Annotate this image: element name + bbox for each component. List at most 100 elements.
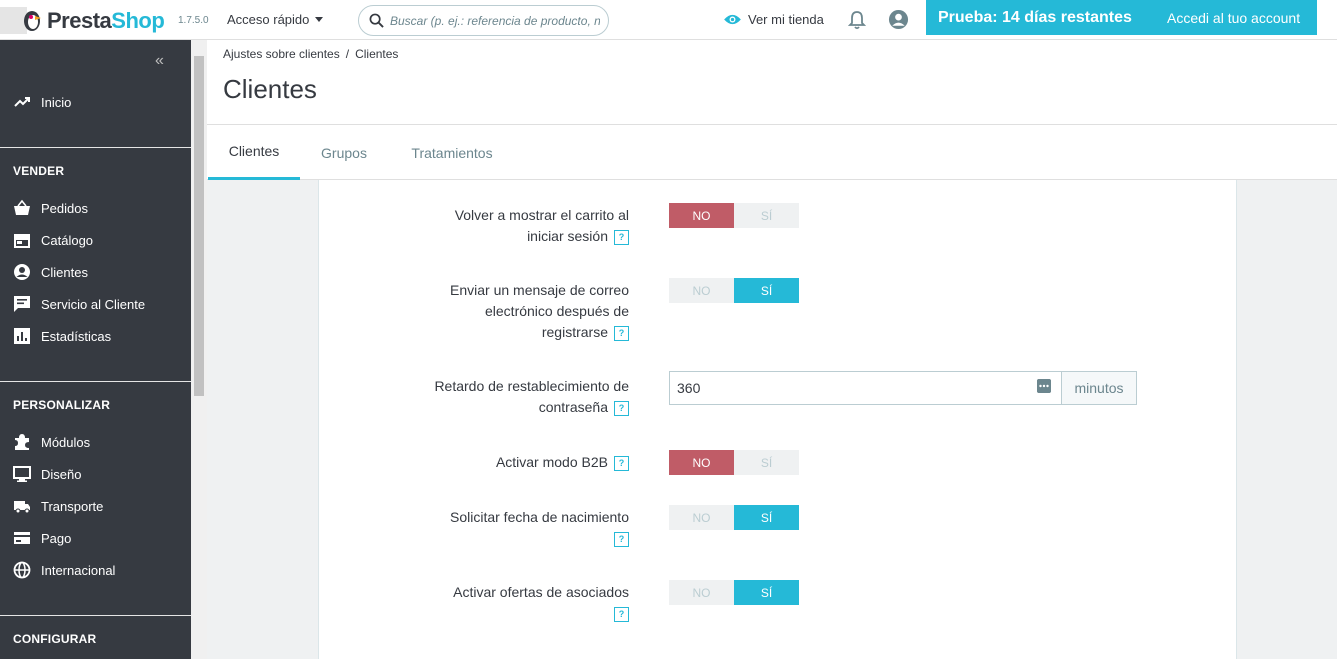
sidebar-item-label: Clientes <box>41 264 88 280</box>
toggle-no-option[interactable]: NO <box>669 450 734 475</box>
sidebar-item-label: Inicio <box>41 94 72 110</box>
toggle-no-option[interactable]: NO <box>669 203 734 228</box>
quick-access-dropdown[interactable]: Acceso rápido <box>227 12 324 27</box>
breadcrumb: Ajustes sobre clientes / Clientes <box>223 47 398 61</box>
sidebar-section-sell: VENDER <box>13 164 65 178</box>
toggle-yes-option[interactable]: SÍ <box>734 278 799 303</box>
shopping-basket-icon <box>14 199 30 215</box>
quick-access-label: Acceso rápido <box>227 12 310 27</box>
sidebar-item-home[interactable]: Inicio <box>13 92 71 112</box>
bell-icon[interactable] <box>848 10 866 30</box>
sidebar-section-customize: PERSONALIZAR <box>13 398 111 412</box>
field-label-line: Retardo de restablecimiento de <box>434 378 629 394</box>
help-icon[interactable]: ? <box>614 455 629 471</box>
toggle-yes-option[interactable]: SÍ <box>734 505 799 530</box>
field-label-line: Volver a mostrar el carrito al <box>454 207 629 223</box>
field-label: Retardo de restablecimiento de contraseñ… <box>434 376 629 418</box>
puzzle-icon <box>15 434 29 450</box>
sidebar-item-customers[interactable]: Clientes <box>13 262 88 282</box>
sidebar-item-label: Pago <box>41 530 72 546</box>
password-reset-delay-input[interactable] <box>669 371 1062 405</box>
toggle-yes-option[interactable]: SÍ <box>734 580 799 605</box>
toggle-no-option[interactable]: NO <box>669 505 734 530</box>
sidebar-item-shipping[interactable]: Transporte <box>13 496 103 516</box>
field-label: Enviar un mensaje de correo electrónico … <box>450 280 629 343</box>
breadcrumb-item[interactable]: Ajustes sobre clientes <box>223 47 340 61</box>
puffin-logo-icon <box>24 11 41 31</box>
help-icon[interactable]: ? <box>614 325 629 341</box>
view-store-link[interactable]: Ver mi tienda <box>723 12 824 27</box>
tab-bar: Clientes Grupos Tratamientos <box>207 125 1337 180</box>
version-label: 1.7.5.0 <box>178 15 209 26</box>
sidebar-section-configure: CONFIGURAR <box>13 632 97 646</box>
caret-down-icon <box>315 17 324 22</box>
collapse-sidebar-icon[interactable]: « <box>155 52 164 70</box>
sidebar-item-statistics[interactable]: Estadísticas <box>13 326 111 346</box>
page-header: Ajustes sobre clientes / Clientes Client… <box>207 40 1337 125</box>
field-label: Volver a mostrar el carrito al iniciar s… <box>455 205 629 247</box>
sidebar-scroll-thumb[interactable] <box>194 56 204 396</box>
user-avatar-icon[interactable] <box>888 9 909 30</box>
sidebar-item-label: Transporte <box>41 498 104 514</box>
monitor-icon <box>13 466 31 482</box>
sidebar: « Inicio VENDER Pedidos Catálogo Cliente… <box>0 40 191 659</box>
toggle-yes-option[interactable]: SÍ <box>734 450 799 475</box>
field-label: Activar modo B2B? <box>496 452 629 473</box>
tab-titles[interactable]: Tratamientos <box>397 125 507 180</box>
logo-text-shop: Shop <box>111 8 165 33</box>
sidebar-item-payment[interactable]: Pago <box>13 528 71 548</box>
unit-addon: minutos <box>1062 371 1137 405</box>
sidebar-item-label: Pedidos <box>41 200 88 216</box>
truck-icon <box>14 501 30 514</box>
store-icon <box>14 234 30 248</box>
help-icon[interactable]: ? <box>614 531 629 547</box>
search-icon[interactable] <box>369 13 384 28</box>
view-store-label: Ver mi tienda <box>748 12 824 27</box>
registration-email-toggle[interactable]: NO SÍ <box>669 278 799 303</box>
account-circle-icon <box>14 264 30 280</box>
sidebar-item-customer-service[interactable]: Servicio al Cliente <box>13 294 145 314</box>
more-options-icon[interactable] <box>1037 379 1051 393</box>
password-reset-delay-group: minutos <box>669 371 1137 405</box>
breadcrumb-item: Clientes <box>355 47 399 61</box>
logo-text-presta: Presta <box>47 8 112 33</box>
field-label-line: contraseña <box>538 399 608 415</box>
search-box[interactable] <box>358 5 609 36</box>
field-label-line: Enviar un mensaje de correo <box>450 282 629 298</box>
sidebar-item-label: Estadísticas <box>41 328 112 344</box>
tab-groups[interactable]: Grupos <box>307 125 381 180</box>
help-icon[interactable]: ? <box>614 400 629 416</box>
sidebar-item-label: Catálogo <box>41 232 94 248</box>
sidebar-item-modules[interactable]: Módulos <box>13 432 90 452</box>
toggle-no-option[interactable]: NO <box>669 278 734 303</box>
sidebar-item-catalog[interactable]: Catálogo <box>13 230 93 250</box>
field-label-line: electrónico después de <box>485 303 629 319</box>
b2b-mode-toggle[interactable]: NO SÍ <box>669 450 799 475</box>
birthdate-toggle[interactable]: NO SÍ <box>669 505 799 530</box>
field-label: Solicitar fecha de nacimiento ? <box>450 507 629 549</box>
sidebar-item-international[interactable]: Internacional <box>13 560 115 580</box>
logo-text[interactable]: PrestaShop <box>47 8 165 34</box>
trial-text: Prueba: 14 días restantes <box>938 8 1132 26</box>
toggle-no-option[interactable]: NO <box>669 580 734 605</box>
tab-customers[interactable]: Clientes <box>208 125 300 180</box>
top-header: PrestaShop 1.7.5.0 Acceso rápido Ver mi … <box>0 0 1337 40</box>
account-link[interactable]: Accedi al tuo account <box>1167 10 1300 26</box>
trial-banner: Prueba: 14 días restantes Accedi al tuo … <box>926 0 1317 35</box>
field-label: Activar ofertas de asociados ? <box>453 582 629 624</box>
page-title: Clientes <box>223 74 317 104</box>
help-icon[interactable]: ? <box>614 229 629 245</box>
bar-chart-icon <box>14 328 30 344</box>
redisplay-cart-toggle[interactable]: NO SÍ <box>669 203 799 228</box>
partner-offers-toggle[interactable]: NO SÍ <box>669 580 799 605</box>
field-label-line: iniciar sesión <box>527 228 608 244</box>
field-label-line: Solicitar fecha de nacimiento <box>450 509 629 525</box>
sidebar-item-label: Módulos <box>41 434 91 450</box>
search-input[interactable] <box>390 13 600 28</box>
sidebar-item-design[interactable]: Diseño <box>13 464 81 484</box>
sidebar-item-orders[interactable]: Pedidos <box>13 198 88 218</box>
toggle-yes-option[interactable]: SÍ <box>734 203 799 228</box>
sidebar-divider <box>0 615 191 616</box>
help-icon[interactable]: ? <box>614 606 629 622</box>
credit-card-icon <box>14 532 30 544</box>
